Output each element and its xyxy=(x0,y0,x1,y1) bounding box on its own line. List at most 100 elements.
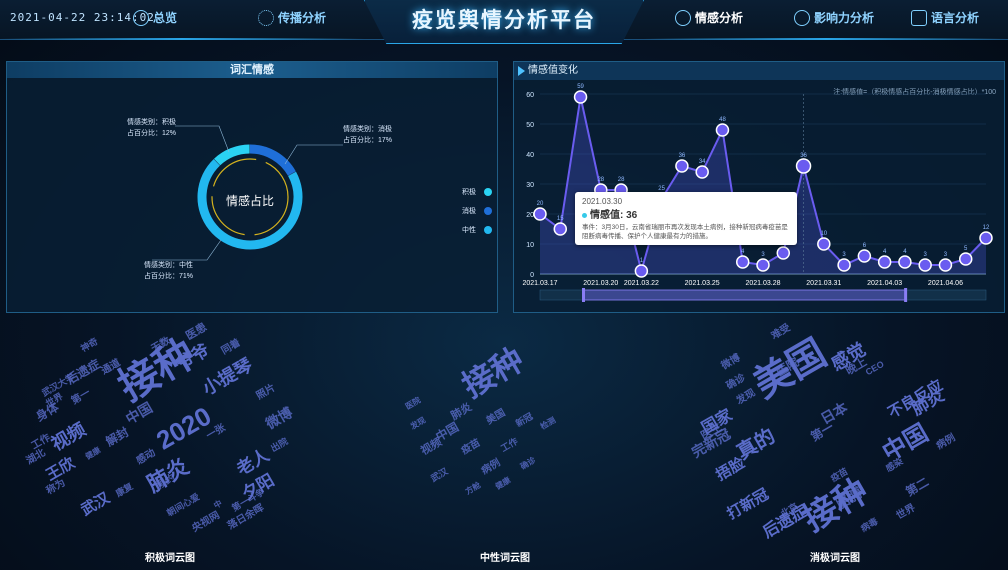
neutral-cloud-title: 中性词云图 xyxy=(480,553,530,564)
cloud-word[interactable]: 发现 xyxy=(408,415,427,433)
nav-propagation[interactable]: 传播分析 xyxy=(258,9,326,26)
data-point xyxy=(958,252,973,266)
data-label: 28 xyxy=(597,177,604,183)
data-label: 34 xyxy=(699,159,706,165)
cloud-word[interactable]: 照片 xyxy=(253,379,278,402)
nav-influence[interactable]: 影响力分析 xyxy=(794,9,874,26)
cloud-word[interactable]: 视频 xyxy=(46,416,90,457)
negative-word-cloud: 美国 接种 中国 真的 感觉 肺炎 后遗症 国家 捂脸 打新冠 不良反应 完新冠 日本 胳膊 医院 第一 医生晚… xyxy=(680,318,990,548)
gauge-icon xyxy=(133,9,149,26)
ring-slice-negative[interactable] xyxy=(249,144,296,176)
chart-tooltip: 2021.03.30 情感值: 36 事件：3月30日，云南省瑞丽市再次发现本土… xyxy=(575,192,797,245)
nav-language[interactable]: 语言分析 xyxy=(911,9,979,26)
network-icon xyxy=(258,9,274,26)
influence-icon xyxy=(794,9,810,26)
positive-word-cloud: 接种 2020 肺炎 视频 小提琴 爷爷 老人 夕阳 王欣 武汉 微博 中国 后遗症 身体 解封 医患 无数 同着… xyxy=(25,318,325,548)
cloud-word[interactable]: 武汉 xyxy=(77,487,113,520)
data-point xyxy=(553,222,568,236)
cloud-word[interactable]: CEO xyxy=(864,359,886,377)
legend-positive-label: 积极 xyxy=(462,189,476,196)
cloud-word[interactable]: 医患 xyxy=(182,319,209,344)
cloud-word[interactable]: 世界 xyxy=(893,499,918,522)
cloud-word[interactable]: 确诊 xyxy=(518,455,537,473)
cloud-word[interactable]: 方舱 xyxy=(463,480,482,498)
y-tick-label: 0 xyxy=(530,272,534,279)
data-label: 36 xyxy=(679,153,686,159)
label-negative-pct: 占百分比：17% xyxy=(343,137,393,144)
cloud-word[interactable]: 中国 xyxy=(874,413,933,467)
data-point xyxy=(857,249,872,263)
data-label: 36 xyxy=(800,153,807,159)
x-tick-label: 2021.03.20 xyxy=(583,280,618,287)
cloud-word[interactable]: 接种 xyxy=(453,335,531,407)
legend-positive-dot xyxy=(484,188,492,196)
positive-cloud-title: 积极词云图 xyxy=(145,553,195,564)
legend-neutral[interactable]: 中性 xyxy=(462,225,492,235)
nav-propagation-label: 传播分析 xyxy=(278,11,327,25)
header-divider-right xyxy=(644,38,1008,40)
vocab-sentiment-panel: 词汇情感 情感占比 情感类别：积极 占百分比：12% 情感类别：消极 占百分比：… xyxy=(6,61,498,313)
data-label: 20 xyxy=(537,201,544,207)
x-tick-label: 2021.03.28 xyxy=(745,280,780,287)
data-point xyxy=(817,237,831,251)
cloud-word[interactable]: 疫苗 xyxy=(458,434,483,457)
cloud-word[interactable]: 工作 xyxy=(498,434,520,454)
chat-icon xyxy=(911,9,927,26)
data-point xyxy=(675,159,689,173)
zoom-handle-left xyxy=(582,288,585,302)
ring-slice-positive[interactable] xyxy=(214,144,250,166)
cloud-word[interactable]: 解封 xyxy=(102,423,131,450)
y-tick-label: 20 xyxy=(526,212,534,219)
nav-overview-label: 总览 xyxy=(153,11,178,25)
legend-negative[interactable]: 消极 xyxy=(462,206,492,216)
leader-line-negative xyxy=(284,144,343,165)
y-tick-label: 50 xyxy=(526,122,534,129)
cloud-word[interactable]: 第二 xyxy=(902,473,931,500)
dashboard-root: { "header": { "datetime": "2021-04-22 23… xyxy=(0,0,1008,570)
data-point xyxy=(979,231,993,245)
nav-sentiment[interactable]: 情感分析 xyxy=(675,9,743,26)
x-tick-label: 2021.03.22 xyxy=(624,280,659,287)
x-tick-label: 2021.03.31 xyxy=(806,280,841,287)
legend-neutral-dot xyxy=(484,226,492,234)
data-point xyxy=(898,255,912,269)
cloud-word[interactable]: 出院 xyxy=(268,434,290,454)
legend-positive[interactable]: 积极 xyxy=(462,187,492,197)
x-tick-label: 2021.03.17 xyxy=(522,280,557,287)
cloud-word[interactable]: 医院 xyxy=(403,395,422,413)
data-label: 10 xyxy=(820,231,827,237)
data-point xyxy=(573,90,588,104)
nav-influence-label: 影响力分析 xyxy=(814,11,875,25)
nav-overview[interactable]: 总览 xyxy=(133,9,177,26)
cloud-word[interactable]: 健康 xyxy=(493,475,512,493)
data-label: 3 xyxy=(924,252,928,258)
cloud-word[interactable]: 美国 xyxy=(483,404,508,427)
cloud-word[interactable]: 病例 xyxy=(933,429,958,452)
header-divider-left xyxy=(0,38,364,40)
nav-sentiment-label: 情感分析 xyxy=(695,11,744,25)
cloud-word[interactable]: 检测 xyxy=(538,415,557,433)
cloud-word[interactable]: 武汉 xyxy=(428,464,450,484)
trend-panel-title: 情感值变化 xyxy=(514,62,1004,80)
cloud-word[interactable]: 神奇 xyxy=(78,334,100,354)
cloud-word[interactable]: 病例 xyxy=(478,454,503,477)
data-point xyxy=(533,207,547,221)
legend-negative-label: 消极 xyxy=(462,208,476,215)
cloud-word[interactable]: 湖北 xyxy=(23,444,48,467)
data-label: 3 xyxy=(842,252,846,258)
cloud-word[interactable]: 康复 xyxy=(113,479,135,499)
tooltip-dot-icon xyxy=(582,212,587,218)
y-tick-label: 10 xyxy=(526,242,534,249)
x-tick-label: 2021.03.25 xyxy=(685,280,720,287)
nav-language-label: 语言分析 xyxy=(931,11,980,25)
cloud-word[interactable]: 健康 xyxy=(83,445,102,463)
data-point xyxy=(634,264,649,278)
y-tick-label: 30 xyxy=(526,182,534,189)
cloud-word[interactable]: 微博 xyxy=(262,402,296,433)
data-label: 4 xyxy=(741,249,745,255)
tooltip-value: 情感值: 36 xyxy=(582,206,790,221)
cloud-word[interactable]: 朝间心爱 xyxy=(164,490,202,519)
cloud-word[interactable]: 新冠 xyxy=(513,409,535,429)
y-tick-label: 60 xyxy=(526,92,534,99)
cloud-word[interactable]: 病毒 xyxy=(858,514,880,534)
